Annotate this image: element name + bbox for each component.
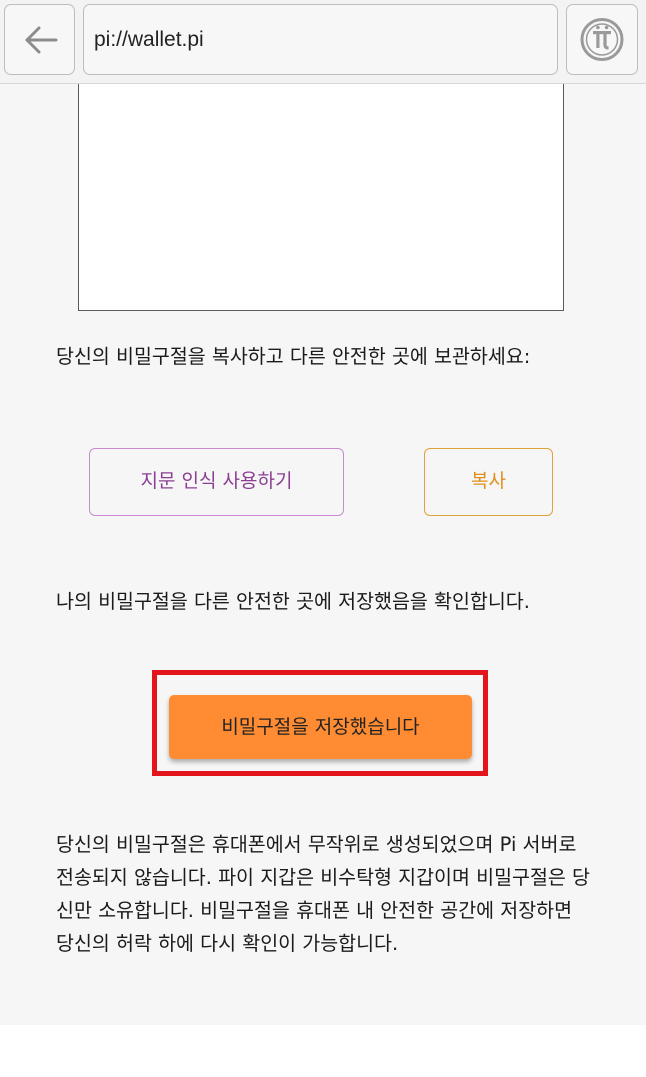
confirm-text: 나의 비밀구절을 다른 안전한 곳에 저장했음을 확인합니다. xyxy=(56,590,530,613)
passphrase-box xyxy=(78,84,564,311)
saved-passphrase-button[interactable]: 비밀구절을 저장했습니다 xyxy=(169,695,472,759)
wallet-content: 당신의 비밀구절을 복사하고 다른 안전한 곳에 보관하세요: 지문 인식 사용… xyxy=(0,84,646,1025)
fingerprint-button[interactable]: 지문 인식 사용하기 xyxy=(89,448,344,516)
pi-logo-icon xyxy=(580,18,624,61)
copy-instruction-text: 당신의 비밀구절을 복사하고 다른 안전한 곳에 보관하세요: xyxy=(56,345,531,368)
copy-button[interactable]: 복사 xyxy=(424,448,553,516)
pi-browser-button[interactable] xyxy=(566,4,638,75)
url-bar[interactable]: pi://wallet.pi xyxy=(83,4,558,75)
back-button[interactable] xyxy=(4,4,75,75)
browser-toolbar: pi://wallet.pi xyxy=(0,0,646,84)
arrow-left-icon xyxy=(25,26,58,54)
info-text: 당신의 비밀구절은 휴대폰에서 무작위로 생성되었으며 Pi 서버로 전송되지 … xyxy=(56,833,590,955)
